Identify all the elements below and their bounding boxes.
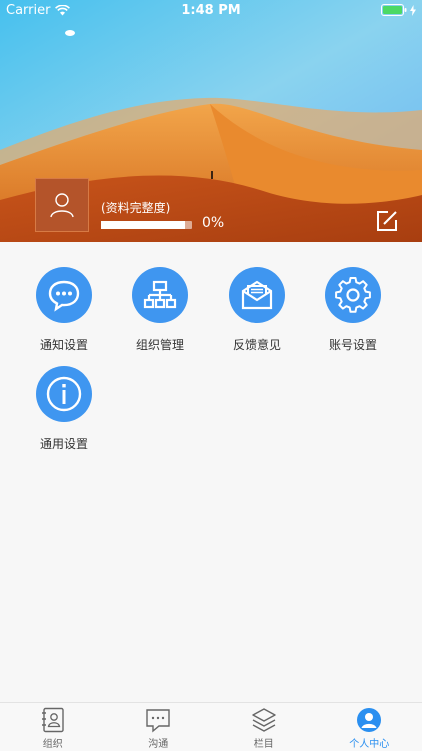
tab-label: 组织 (43, 735, 63, 750)
gear-icon (335, 277, 371, 313)
profile-progress-bar (101, 221, 192, 229)
tab-columns[interactable]: 栏目 (211, 703, 317, 751)
profile-completeness-label: (资料完整度) (101, 199, 170, 216)
menu-item-general-settings[interactable]: 通用设置 (14, 366, 114, 452)
menu-icon-circle (325, 267, 381, 323)
menu-icon-circle (229, 267, 285, 323)
status-bar: Carrier 1:48 PM (0, 0, 422, 22)
tab-label: 栏目 (254, 735, 274, 750)
menu-label: 通用设置 (14, 435, 114, 452)
bottom-tab-bar: 组织 沟通 栏目 个人中心 (0, 702, 422, 751)
menu-icon-circle (36, 267, 92, 323)
avatar[interactable] (35, 178, 89, 232)
tab-personal-center[interactable]: 个人中心 (317, 703, 422, 751)
tab-label: 沟通 (148, 735, 168, 750)
chat-bubble-icon (47, 278, 81, 312)
profile-progress-text: 0% (202, 215, 224, 231)
menu-label: 反馈意见 (207, 336, 307, 353)
tab-organization[interactable]: 组织 (0, 703, 106, 751)
contacts-icon (41, 707, 65, 733)
menu-icon-circle (132, 267, 188, 323)
edit-icon (375, 209, 399, 233)
profile-progress-fill (101, 221, 185, 229)
layers-icon (251, 707, 277, 733)
menu-item-organization-management[interactable]: 组织管理 (110, 267, 210, 353)
info-icon (45, 375, 83, 413)
menu-item-account-settings[interactable]: 账号设置 (303, 267, 403, 353)
battery-icon (381, 4, 407, 16)
menu-item-notification-settings[interactable]: 通知设置 (14, 267, 114, 353)
person-icon (49, 192, 75, 218)
menu-label: 账号设置 (303, 336, 403, 353)
edit-profile-button[interactable] (375, 209, 399, 233)
menu-item-feedback[interactable]: 反馈意见 (207, 267, 307, 353)
person-icon (356, 707, 382, 733)
charging-icon (410, 5, 416, 16)
tab-communication[interactable]: 沟通 (106, 703, 212, 751)
menu-label: 通知设置 (14, 336, 114, 353)
clock: 1:48 PM (0, 3, 422, 18)
menu-label: 组织管理 (110, 336, 210, 353)
profile-header: Carrier 1:48 PM (资料完整度) 0% (0, 0, 422, 242)
envelope-icon (240, 278, 274, 312)
org-chart-icon (143, 278, 177, 312)
menu-icon-circle (36, 366, 92, 422)
message-icon (145, 707, 171, 733)
tab-label: 个人中心 (349, 735, 389, 750)
battery-indicator (381, 4, 416, 16)
